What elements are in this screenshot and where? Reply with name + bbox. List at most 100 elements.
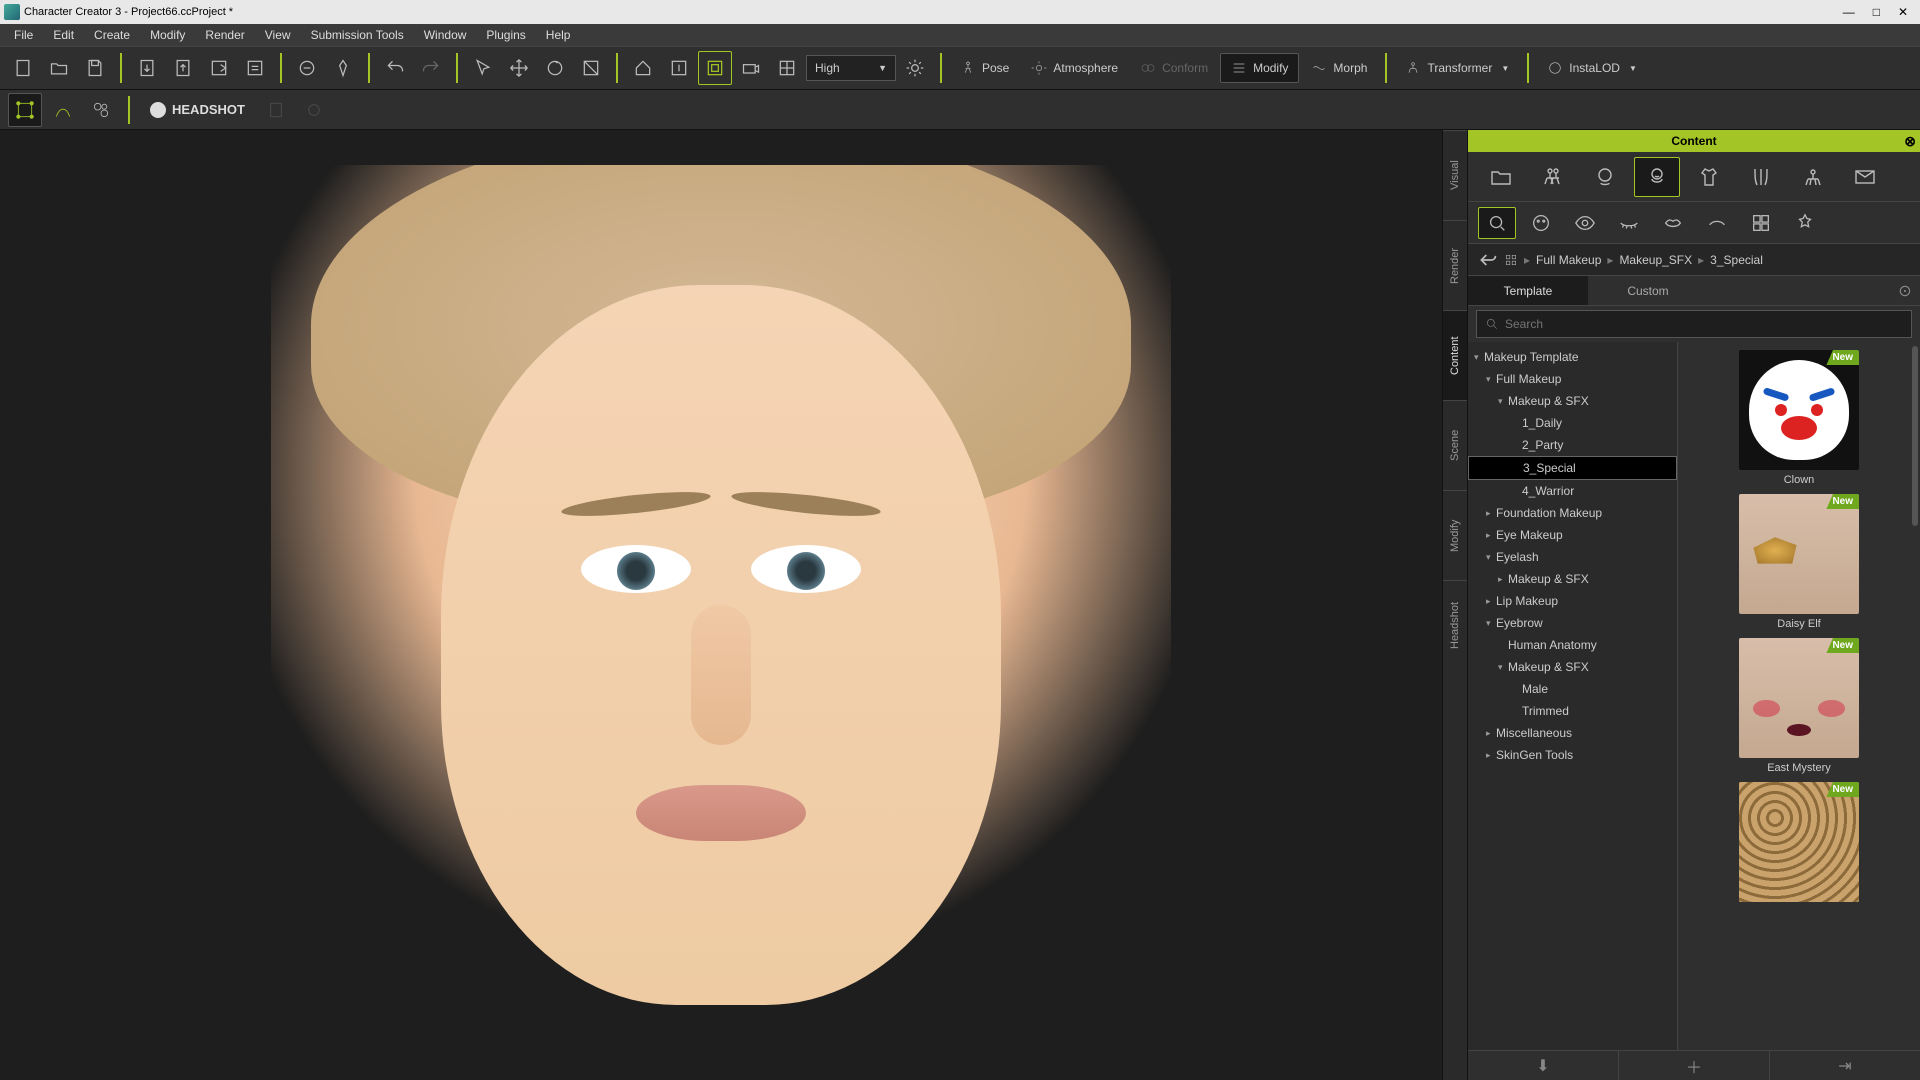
viewport-3d[interactable]	[0, 130, 1442, 1080]
menu-plugins[interactable]: Plugins	[476, 28, 535, 42]
scale-tool[interactable]	[574, 51, 608, 85]
maximize-button[interactable]: □	[1873, 5, 1880, 19]
menu-file[interactable]: File	[4, 28, 43, 42]
open-project-button[interactable]	[42, 51, 76, 85]
menu-edit[interactable]: Edit	[43, 28, 84, 42]
search-input[interactable]	[1505, 317, 1903, 331]
morph-mode-button[interactable]: Morph	[1301, 53, 1377, 83]
tree-item[interactable]: ▾ Full Makeup	[1468, 368, 1677, 390]
tree-item[interactable]: ▸ Eye Makeup	[1468, 524, 1677, 546]
content-settings-button[interactable]: ⊙	[1890, 276, 1920, 305]
thumbnail-scrollbar[interactable]	[1910, 342, 1920, 1050]
grid-toggle-button[interactable]	[770, 51, 804, 85]
home-view-button[interactable]	[626, 51, 660, 85]
menu-submission-tools[interactable]: Submission Tools	[301, 28, 414, 42]
breadcrumb-item[interactable]: Makeup_SFX	[1619, 253, 1692, 267]
side-tab-content[interactable]: Content	[1443, 310, 1467, 400]
tree-item[interactable]: 3_Special	[1468, 456, 1677, 480]
thumbnail-item[interactable]: New	[1739, 782, 1859, 906]
new-project-button[interactable]	[6, 51, 40, 85]
breadcrumb-item[interactable]: Full Makeup	[1536, 253, 1601, 267]
side-tab-render[interactable]: Render	[1443, 220, 1467, 310]
redo-button[interactable]	[414, 51, 448, 85]
panel-close-button[interactable]: ⊗	[1904, 133, 1916, 150]
export-obj-button[interactable]	[238, 51, 272, 85]
menu-window[interactable]: Window	[414, 28, 477, 42]
tree-item[interactable]: ▸ Foundation Makeup	[1468, 502, 1677, 524]
pose-mode-button[interactable]: Pose	[950, 53, 1019, 83]
export-button[interactable]	[166, 51, 200, 85]
headshot-opt1-button[interactable]	[259, 93, 293, 127]
breadcrumb-back-button[interactable]	[1478, 250, 1498, 270]
sculpt-button[interactable]	[326, 51, 360, 85]
thumbnail-item[interactable]: NewEast Mystery	[1739, 638, 1859, 774]
menu-create[interactable]: Create	[84, 28, 140, 42]
tree-item[interactable]: 4_Warrior	[1468, 480, 1677, 502]
transformer-button[interactable]: Transformer▼	[1395, 53, 1519, 83]
cat-tab-head[interactable]	[1582, 157, 1628, 197]
tree-item[interactable]: Male	[1468, 678, 1677, 700]
menu-modify[interactable]: Modify	[140, 28, 195, 42]
subtab-all[interactable]	[1478, 207, 1516, 239]
rotate-tool[interactable]	[538, 51, 572, 85]
tree-item[interactable]: ▾ Makeup & SFX	[1468, 656, 1677, 678]
content-tree[interactable]: ▾ Makeup Template▾ Full Makeup ▾ Makeup &…	[1468, 342, 1678, 1050]
light-toggle-button[interactable]	[898, 51, 932, 85]
menu-help[interactable]: Help	[536, 28, 581, 42]
modify-mode-button[interactable]: Modify	[1220, 53, 1299, 83]
side-tab-modify[interactable]: Modify	[1443, 490, 1467, 580]
thumbnail-item[interactable]: NewDaisy Elf	[1739, 494, 1859, 630]
import-button[interactable]	[130, 51, 164, 85]
cat-tab-skin[interactable]	[1634, 157, 1680, 197]
tree-item[interactable]: ▸ Lip Makeup	[1468, 590, 1677, 612]
cat-tab-avatar[interactable]	[1530, 157, 1576, 197]
content-action-left[interactable]: ⬇	[1468, 1051, 1619, 1080]
menu-view[interactable]: View	[255, 28, 301, 42]
edit-pose-button[interactable]	[46, 93, 80, 127]
tree-item[interactable]: ▾ Makeup Template	[1468, 346, 1677, 368]
content-thumbnails[interactable]: NewClownNewDaisy ElfNewEast MysteryNew	[1678, 342, 1920, 1050]
tree-item[interactable]: ▸ Makeup & SFX	[1468, 568, 1677, 590]
tab-custom[interactable]: Custom	[1588, 276, 1708, 305]
export-fbx-button[interactable]	[202, 51, 236, 85]
close-button[interactable]: ✕	[1898, 5, 1908, 19]
menu-render[interactable]: Render	[195, 28, 254, 42]
subtab-eyelash[interactable]	[1610, 207, 1648, 239]
instalod-button[interactable]: InstaLOD▼	[1537, 53, 1647, 83]
subtab-misc[interactable]	[1786, 207, 1824, 239]
content-action-add[interactable]: ＋	[1619, 1051, 1770, 1080]
breadcrumb-root-icon[interactable]	[1504, 253, 1518, 267]
camera-button[interactable]	[734, 51, 768, 85]
side-tab-headshot[interactable]: Headshot	[1443, 580, 1467, 670]
tree-item[interactable]: Human Anatomy	[1468, 634, 1677, 656]
thumbnail-item[interactable]: NewClown	[1739, 350, 1859, 486]
tree-item[interactable]: 2_Party	[1468, 434, 1677, 456]
breadcrumb-item[interactable]: 3_Special	[1710, 253, 1763, 267]
tree-item[interactable]: ▾ Eyelash	[1468, 546, 1677, 568]
quality-dropdown[interactable]: High▼	[806, 55, 896, 81]
tree-item[interactable]: 1_Daily	[1468, 412, 1677, 434]
frame-all-button[interactable]	[698, 51, 732, 85]
select-tool[interactable]	[466, 51, 500, 85]
content-search-box[interactable]	[1476, 310, 1912, 338]
frame-selected-button[interactable]	[662, 51, 696, 85]
side-tab-scene[interactable]: Scene	[1443, 400, 1467, 490]
cat-tab-hair[interactable]	[1738, 157, 1784, 197]
subtab-eye[interactable]	[1566, 207, 1604, 239]
substance-button[interactable]	[84, 93, 118, 127]
undo-button[interactable]	[378, 51, 412, 85]
content-action-right[interactable]: ⇥	[1770, 1051, 1920, 1080]
side-tab-visual[interactable]: Visual	[1443, 130, 1467, 220]
save-project-button[interactable]	[78, 51, 112, 85]
cat-tab-project[interactable]	[1478, 157, 1524, 197]
subtab-tools[interactable]	[1742, 207, 1780, 239]
cat-tab-accessory[interactable]	[1790, 157, 1836, 197]
tree-item[interactable]: ▸ Miscellaneous	[1468, 722, 1677, 744]
subtab-lips[interactable]	[1654, 207, 1692, 239]
tab-template[interactable]: Template	[1468, 276, 1588, 305]
tree-item[interactable]: ▾ Eyebrow	[1468, 612, 1677, 634]
headshot-plugin-button[interactable]: HEADSHOT	[140, 95, 255, 125]
goz-button[interactable]	[290, 51, 324, 85]
edit-mesh-button[interactable]	[8, 93, 42, 127]
headshot-opt2-button[interactable]	[297, 93, 331, 127]
